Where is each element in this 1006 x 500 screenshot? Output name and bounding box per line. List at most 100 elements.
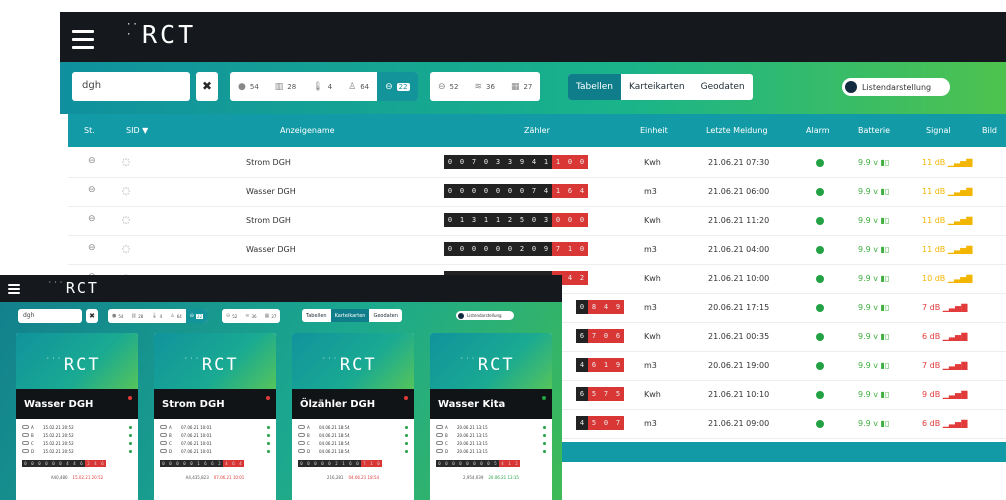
filter-button[interactable]: ⊖ 22 bbox=[377, 72, 418, 101]
meter-icon bbox=[160, 425, 167, 429]
alarm-indicator-icon bbox=[816, 275, 824, 283]
counter-digit: 7 bbox=[552, 242, 564, 256]
col-header-sid[interactable]: SID ▼ bbox=[126, 126, 148, 135]
meter-row: C 04.06.21 18:54 bbox=[298, 439, 408, 447]
filter-count: 36 bbox=[486, 82, 495, 91]
col-header-unit[interactable]: Einheit bbox=[640, 126, 668, 135]
clear-search-button[interactable]: ✖ bbox=[196, 72, 218, 101]
menu-hamburger-icon[interactable] bbox=[8, 284, 20, 294]
meter-card[interactable]: ···RCT Ölzähler DGH A 04.06.21 18:54 B 04.06.… bbox=[292, 333, 414, 500]
filter-button[interactable]: ♙ 64 bbox=[166, 309, 186, 323]
filter-button[interactable]: ≋ 36 bbox=[241, 309, 260, 323]
filter-button[interactable]: ● 54 bbox=[230, 72, 267, 101]
battery-cell: 9.9 v ▮▯ bbox=[858, 216, 890, 225]
tab-geodaten[interactable]: Geodaten bbox=[369, 309, 401, 322]
ok-dot-icon bbox=[543, 425, 546, 429]
col-header-last-report[interactable]: Letzte Meldung bbox=[706, 126, 768, 135]
filter-button[interactable]: 🌡 4 bbox=[147, 309, 166, 323]
filter-button[interactable]: ⊖ 52 bbox=[430, 72, 466, 101]
signal-cell: 7 dB ▁▃▅▇ bbox=[922, 361, 968, 370]
filter-button[interactable]: ▥ 28 bbox=[267, 72, 304, 101]
meter-counter: 0849 bbox=[576, 300, 624, 314]
table-row[interactable]: ⊖꙰꙰꙰Wasser DGH000000074164m321.06.21 06:… bbox=[68, 176, 1006, 207]
device-type-icon: 🌡 bbox=[312, 81, 324, 92]
meter-card[interactable]: ···RCT Strom DGH A 07.06.21 10:01 B 07.06.21 … bbox=[154, 333, 276, 500]
table-row[interactable]: ⊖꙰꙰꙰Strom DGH007033941100Kwh21.06.21 07:… bbox=[68, 147, 1006, 178]
col-header-status[interactable]: St. bbox=[84, 126, 95, 135]
tab-tabellen[interactable]: Tabellen bbox=[568, 74, 622, 100]
counter-digit: 6 bbox=[347, 460, 354, 467]
meter-timestamp: 04.06.21 18:54 bbox=[319, 424, 350, 430]
counter-digit: 7 bbox=[468, 155, 480, 169]
logo-text: RCT bbox=[477, 355, 515, 375]
filter-button[interactable]: ⊖ 52 bbox=[222, 309, 241, 323]
alarm-indicator-icon bbox=[816, 246, 824, 254]
alarm-indicator-icon bbox=[816, 333, 824, 341]
battery-cell: 9.9 v ▮▯ bbox=[858, 361, 890, 370]
counter-digit: 0 bbox=[516, 184, 528, 198]
tab-karteikarten[interactable]: Karteikarten bbox=[330, 309, 370, 322]
menu-hamburger-icon[interactable] bbox=[72, 30, 94, 49]
counter-digit: 4 bbox=[223, 460, 230, 467]
table-row[interactable]: ⊖꙰꙰꙰Strom DGH013112503000Kwh21.06.21 11:… bbox=[68, 205, 1006, 236]
tab-tabellen[interactable]: Tabellen bbox=[302, 309, 331, 322]
device-type-filter-group-2: ⊖ 52 ≋ 36 ▦ 27 bbox=[430, 72, 541, 101]
last-report-cell: 21.06.21 04:00 bbox=[708, 245, 770, 254]
col-header-battery[interactable]: Batterie bbox=[858, 126, 890, 135]
search-input[interactable]: dgh bbox=[72, 72, 190, 101]
list-view-toggle[interactable]: Listendarstellung bbox=[842, 78, 950, 96]
name-cell: Strom DGH bbox=[246, 158, 291, 167]
meter-row: C 20.06.21 13:15 bbox=[436, 439, 546, 447]
filter-button[interactable]: ▥ 28 bbox=[127, 309, 147, 323]
col-header-bild[interactable]: Bild bbox=[982, 126, 997, 135]
meter-counter: 000000209710 bbox=[444, 242, 588, 256]
tab-karteikarten[interactable]: Karteikarten bbox=[621, 74, 693, 100]
meter-list: A 04.06.21 18:54 B 04.06.21 18:54 C 04.06.21 … bbox=[298, 423, 408, 455]
col-header-name[interactable]: Anzeigename bbox=[280, 126, 335, 135]
counter-digit: 1 bbox=[600, 358, 612, 372]
clear-search-button[interactable]: ✖ bbox=[86, 309, 98, 323]
meter-icon bbox=[22, 425, 29, 429]
counter-digit: 9 bbox=[612, 300, 624, 314]
device-type-icon: ≋ bbox=[245, 313, 250, 319]
status-dot-icon bbox=[404, 396, 408, 400]
col-header-counter[interactable]: Zähler bbox=[524, 126, 550, 135]
filter-button[interactable]: 🌡 4 bbox=[304, 72, 340, 101]
col-header-alarm[interactable]: Alarm bbox=[806, 126, 830, 135]
meter-timestamp: 07.06.21 10:01 bbox=[181, 440, 212, 446]
counter-digit: 1 bbox=[368, 460, 375, 467]
filter-button[interactable]: ▦ 27 bbox=[261, 309, 281, 323]
filter-button[interactable]: ▦ 27 bbox=[503, 72, 540, 101]
filter-button[interactable]: ⊖ 22 bbox=[185, 309, 208, 323]
meter-timestamp: 04.06.21 18:54 bbox=[319, 440, 350, 446]
counter-digit: 7 bbox=[528, 184, 540, 198]
status-dot-icon bbox=[128, 396, 132, 400]
tab-geodaten[interactable]: Geodaten bbox=[693, 74, 753, 100]
device-type-icon: ● bbox=[112, 313, 117, 319]
counter-digit: 0 bbox=[444, 213, 456, 227]
counter-digit: 0 bbox=[456, 242, 468, 256]
search-input[interactable]: dgh bbox=[18, 309, 82, 323]
meter-card[interactable]: ···RCT Wasser Kita A 20.06.21 13:15 B 20.06.2… bbox=[430, 333, 552, 500]
table-row[interactable]: ⊖꙰꙰꙰Wasser DGH000000209710m321.06.21 04:… bbox=[68, 234, 1006, 265]
meter-counter: 4619 bbox=[576, 358, 624, 372]
filter-button[interactable]: ♙ 64 bbox=[340, 72, 377, 101]
meter-counter: 013112503000 bbox=[444, 213, 588, 227]
counter-digit: 1 bbox=[552, 155, 564, 169]
meter-card[interactable]: ···RCT Wasser DGH A 15.02.21 20:52 B 15.02.21… bbox=[16, 333, 138, 500]
rct-logo: ···RCT bbox=[460, 355, 515, 375]
counter-digit: 0 bbox=[181, 460, 188, 467]
counter-digit: 5 bbox=[612, 387, 624, 401]
meter-row: D 07.06.21 10:01 bbox=[160, 447, 270, 455]
toggle-knob bbox=[458, 312, 464, 319]
filter-button[interactable]: ● 54 bbox=[108, 309, 127, 323]
col-header-signal[interactable]: Signal bbox=[926, 126, 951, 135]
filter-button[interactable]: ≋ 36 bbox=[466, 72, 502, 101]
signal-cell: 10 dB ▁▃▅▇ bbox=[922, 274, 973, 283]
list-view-toggle[interactable]: Listendarstellung bbox=[456, 311, 514, 320]
meter-channel: C bbox=[31, 440, 34, 446]
device-type-icon: ⊖ bbox=[438, 81, 446, 92]
meter-timestamp: 15.02.21 20:52 bbox=[43, 432, 74, 438]
counter-digit: 4 bbox=[576, 184, 588, 198]
ok-dot-icon bbox=[543, 441, 546, 445]
